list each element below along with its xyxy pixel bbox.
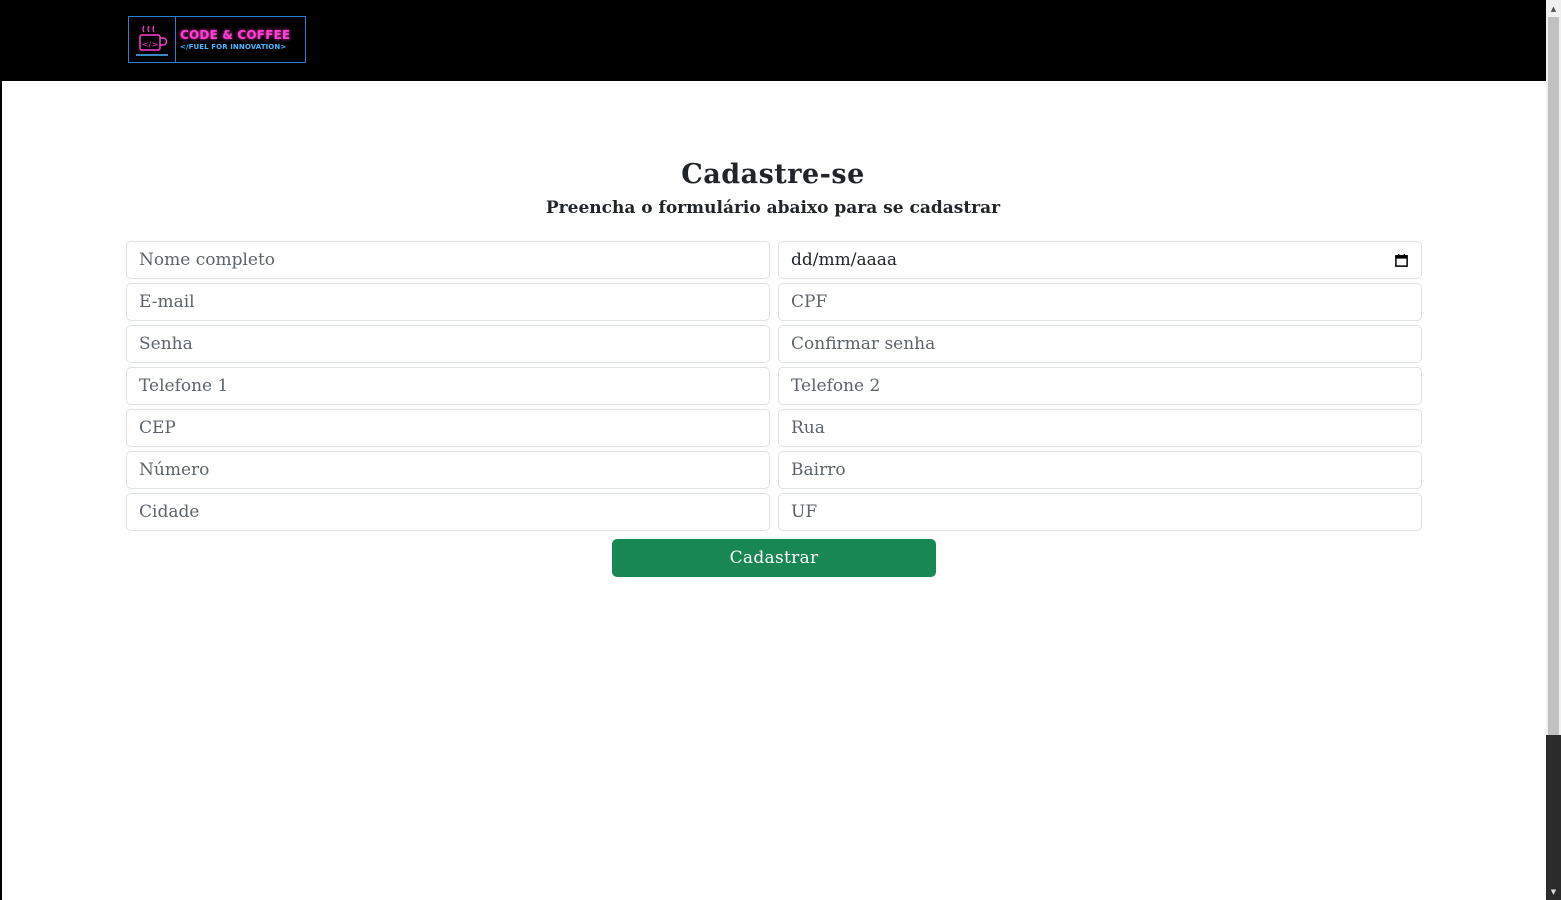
birthdate-input[interactable]: dd/mm/aaaa	[778, 241, 1422, 279]
scrollbar[interactable]: ▲ ▼	[1546, 0, 1561, 900]
neighborhood-input[interactable]	[778, 451, 1422, 489]
signup-form: dd/mm/aaaa	[126, 241, 1422, 531]
scrollbar-track-lower	[1546, 735, 1561, 900]
cpf-input[interactable]	[778, 283, 1422, 321]
navbar: </> CODE & COFFEE </FUEL FOR INNOVATION>	[0, 0, 1546, 81]
full-name-input[interactable]	[126, 241, 770, 279]
city-input[interactable]	[126, 493, 770, 531]
window-border	[0, 0, 2, 900]
street-input[interactable]	[778, 409, 1422, 447]
birthdate-placeholder: dd/mm/aaaa	[791, 250, 898, 270]
scroll-up-arrow-icon[interactable]: ▲	[1546, 0, 1561, 17]
scrollbar-thumb[interactable]	[1548, 17, 1559, 735]
state-input[interactable]	[778, 493, 1422, 531]
brand-logo[interactable]: </> CODE & COFFEE </FUEL FOR INNOVATION>	[128, 16, 306, 63]
brand-tagline: </FUEL FOR INNOVATION>	[180, 42, 287, 51]
page-subtitle: Preencha o formulário abaixo para se cad…	[545, 198, 1001, 218]
number-input[interactable]	[126, 451, 770, 489]
phone1-input[interactable]	[126, 367, 770, 405]
brand-title: CODE & COFFEE	[180, 27, 291, 42]
password-input[interactable]	[126, 325, 770, 363]
page-title: Cadastre-se	[681, 159, 865, 190]
brand-text: CODE & COFFEE </FUEL FOR INNOVATION>	[176, 17, 305, 62]
email-input[interactable]	[126, 283, 770, 321]
coffee-cup-icon: </>	[129, 17, 176, 62]
svg-text:</>: </>	[142, 40, 158, 49]
register-button[interactable]: Cadastrar	[612, 539, 936, 577]
calendar-icon[interactable]	[1394, 253, 1409, 268]
phone2-input[interactable]	[778, 367, 1422, 405]
confirm-password-input[interactable]	[778, 325, 1422, 363]
scroll-down-arrow-icon[interactable]: ▼	[1546, 883, 1561, 900]
cep-input[interactable]	[126, 409, 770, 447]
